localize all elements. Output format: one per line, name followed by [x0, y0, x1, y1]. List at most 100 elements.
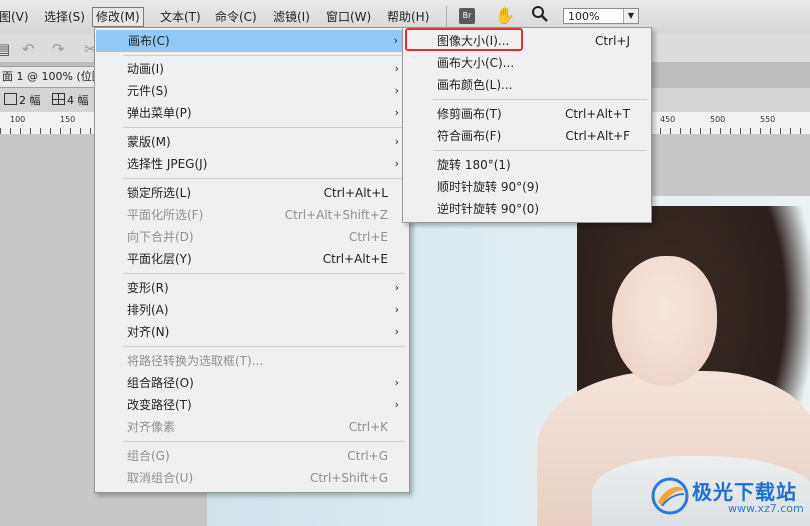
- menu-item-transform[interactable]: 变形(R) ›: [95, 277, 409, 299]
- zoom-select[interactable]: 100% ▼: [563, 8, 639, 24]
- menu-item-label: 对齐像素: [127, 420, 176, 434]
- view-2up-label: 2 幅: [19, 94, 41, 107]
- menu-item-label: 变形(R): [127, 281, 169, 295]
- chevron-right-icon: ›: [394, 281, 399, 294]
- menu-separator: [123, 273, 405, 274]
- view-2up-button[interactable]: 2 幅: [4, 92, 41, 108]
- menu-text[interactable]: 文本(T): [157, 8, 204, 26]
- menu-item-label: 平面化层(Y): [127, 252, 192, 266]
- menu-item-animation[interactable]: 动画(I) ›: [95, 58, 409, 80]
- watermark: 极光下载站 www.xz7.com: [650, 470, 810, 522]
- menu-item-rotate-ccw[interactable]: 逆时针旋转 90°(0): [403, 198, 651, 220]
- ruler-label: 150: [60, 115, 76, 124]
- view-4up-label: 4 幅: [67, 94, 89, 107]
- menu-item-align[interactable]: 对齐(N) ›: [95, 321, 409, 343]
- menu-item-shortcut: Ctrl+J: [595, 34, 630, 48]
- chevron-right-icon: ›: [393, 34, 398, 47]
- menu-item-flatten-layers[interactable]: 平面化层(Y) Ctrl+Alt+E: [95, 248, 409, 270]
- watermark-text: 极光下载站: [692, 480, 797, 504]
- menu-item-arrange[interactable]: 排列(A) ›: [95, 299, 409, 321]
- menu-separator: [123, 55, 405, 56]
- menu-item-popup-menu[interactable]: 弹出菜单(P) ›: [95, 102, 409, 124]
- menu-item-label: 画布颜色(L)...: [437, 78, 513, 92]
- menu-item-trim-canvas[interactable]: 修剪画布(T) Ctrl+Alt+T: [403, 103, 651, 125]
- menu-item-label: 向下合并(D): [127, 230, 194, 244]
- watermark-logo-icon: [651, 477, 689, 515]
- chevron-right-icon: ›: [394, 106, 399, 119]
- menu-item-label: 逆时针旋转 90°(0): [437, 202, 540, 216]
- menu-help[interactable]: 帮助(H): [384, 8, 432, 26]
- menu-item-label: 将路径转换为选取框(T)...: [127, 354, 264, 368]
- menu-item-lock-selection[interactable]: 锁定所选(L) Ctrl+Alt+L: [95, 182, 409, 204]
- menu-item-shortcut: Ctrl+Alt+L: [323, 186, 388, 200]
- menu-item-label: 选择性 JPEG(J): [127, 157, 208, 171]
- photo-face: [612, 256, 717, 386]
- ruler-label: 550: [760, 115, 776, 124]
- menu-item-shortcut: Ctrl+Alt+F: [565, 129, 630, 143]
- modify-menu: 画布(C) › 动画(I) › 元件(S) › 弹出菜单(P) › 蒙版(M) …: [94, 27, 410, 493]
- menu-item-combine-path[interactable]: 组合路径(O) ›: [95, 372, 409, 394]
- menu-item-ungroup[interactable]: 取消组合(U) Ctrl+Shift+G: [95, 467, 409, 489]
- menu-item-label: 元件(S): [127, 84, 168, 98]
- save-icon[interactable]: ▤: [0, 40, 10, 58]
- menu-item-align-pixels[interactable]: 对齐像素 Ctrl+K: [95, 416, 409, 438]
- menu-item-label: 修剪画布(T): [437, 107, 502, 121]
- menu-item-alter-path[interactable]: 改变路径(T) ›: [95, 394, 409, 416]
- menu-item-selective-jpeg[interactable]: 选择性 JPEG(J) ›: [95, 153, 409, 175]
- menu-item-canvas[interactable]: 画布(C) ›: [96, 30, 408, 52]
- menu-modify[interactable]: 修改(M): [92, 7, 144, 27]
- menu-item-label: 顺时针旋转 90°(9): [437, 180, 540, 194]
- menu-item-canvas-size[interactable]: 画布大小(C)...: [403, 52, 651, 74]
- chevron-down-icon[interactable]: ▼: [623, 9, 638, 23]
- menu-item-canvas-color[interactable]: 画布颜色(L)...: [403, 74, 651, 96]
- menu-item-label: 弹出菜单(P): [127, 106, 192, 120]
- menu-item-label: 画布(C): [128, 34, 170, 48]
- menu-window[interactable]: 窗口(W): [323, 8, 374, 26]
- menu-item-symbol[interactable]: 元件(S) ›: [95, 80, 409, 102]
- menu-item-group[interactable]: 组合(G) Ctrl+G: [95, 445, 409, 467]
- ruler-label: 500: [710, 115, 726, 124]
- menu-item-shortcut: Ctrl+G: [347, 449, 388, 463]
- menu-filters[interactable]: 滤镜(I): [270, 8, 313, 26]
- zoom-value: 100%: [568, 10, 600, 23]
- undo-icon[interactable]: ↶: [22, 40, 35, 58]
- menu-item-shortcut: Ctrl+Alt+E: [322, 252, 388, 266]
- menu-item-shortcut: Ctrl+Shift+G: [309, 471, 388, 485]
- menu-item-label: 组合路径(O): [127, 376, 194, 390]
- menu-item-shortcut: Ctrl+K: [348, 420, 388, 434]
- menu-item-label: 取消组合(U): [127, 471, 194, 485]
- view-4up-button[interactable]: 4 幅: [52, 92, 89, 108]
- menu-separator: [433, 99, 647, 100]
- menu-item-rotate-180[interactable]: 旋转 180°(1): [403, 154, 651, 176]
- hand-icon[interactable]: ✋: [495, 6, 515, 25]
- chevron-right-icon: ›: [394, 135, 399, 148]
- menu-separator: [433, 150, 647, 151]
- chevron-right-icon: ›: [394, 62, 399, 75]
- menu-item-fit-canvas[interactable]: 符合画布(F) Ctrl+Alt+F: [403, 125, 651, 147]
- menu-separator: [123, 441, 405, 442]
- menu-item-merge-down[interactable]: 向下合并(D) Ctrl+E: [95, 226, 409, 248]
- two-up-icon: [4, 93, 17, 105]
- four-up-icon: [52, 93, 65, 105]
- zoom-icon[interactable]: [531, 5, 549, 26]
- menu-item-shortcut: Ctrl+Alt+Shift+Z: [284, 208, 388, 222]
- menu-separator: [123, 178, 405, 179]
- redo-icon[interactable]: ↷: [52, 40, 65, 58]
- menu-item-label: 旋转 180°(1): [437, 158, 511, 172]
- menu-item-rotate-cw[interactable]: 顺时针旋转 90°(9): [403, 176, 651, 198]
- menu-item-shortcut: Ctrl+Alt+T: [564, 107, 630, 121]
- menu-select[interactable]: 选择(S): [41, 8, 88, 26]
- menu-item-shortcut: Ctrl+E: [349, 230, 388, 244]
- menu-item-flatten-selection[interactable]: 平面化所选(F) Ctrl+Alt+Shift+Z: [95, 204, 409, 226]
- chevron-right-icon: ›: [394, 376, 399, 389]
- ruler-label: 450: [660, 115, 676, 124]
- canvas-submenu: 图像大小(I)... Ctrl+J 画布大小(C)... 画布颜色(L)... …: [402, 27, 652, 223]
- menu-item-convert-path[interactable]: 将路径转换为选取框(T)...: [95, 350, 409, 372]
- separator: [446, 6, 447, 28]
- menu-item-label: 画布大小(C)...: [437, 56, 515, 70]
- menu-view[interactable]: 图(V): [0, 8, 32, 26]
- bridge-icon[interactable]: Br: [459, 8, 475, 24]
- menu-item-mask[interactable]: 蒙版(M) ›: [95, 131, 409, 153]
- menu-item-label: 对齐(N): [127, 325, 170, 339]
- menu-commands[interactable]: 命令(C): [212, 8, 260, 26]
